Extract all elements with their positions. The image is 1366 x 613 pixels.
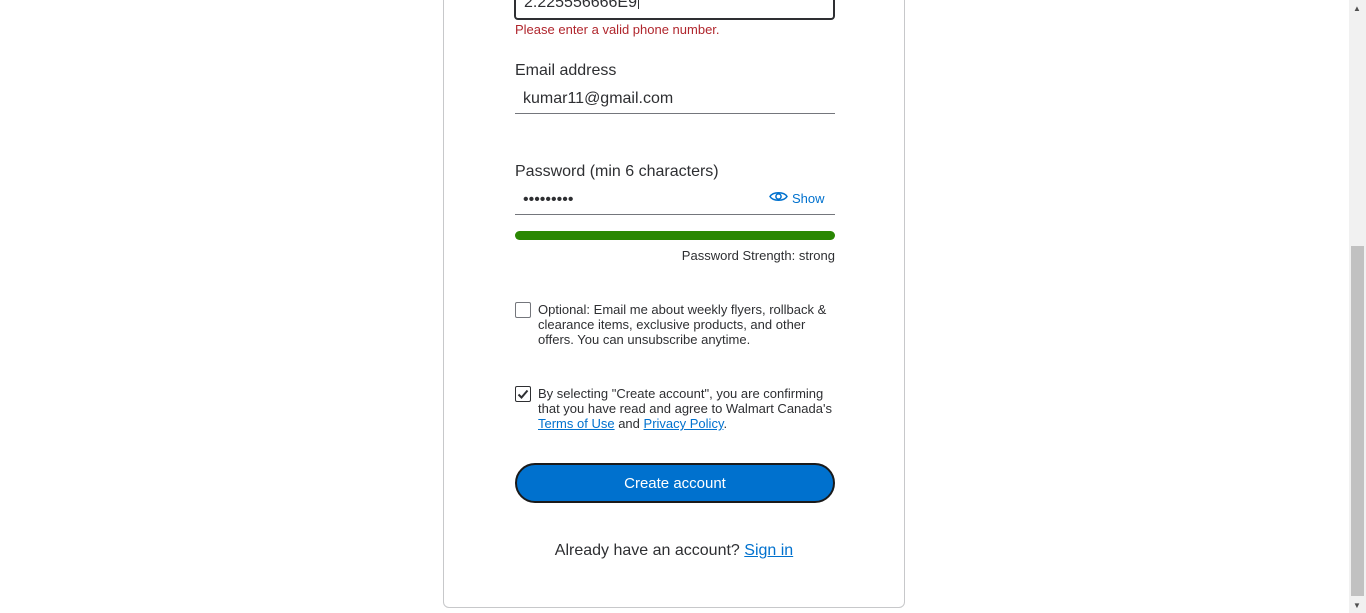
scrollbar-thumb[interactable]	[1351, 246, 1364, 596]
email-field[interactable]: kumar11@gmail.com	[515, 84, 835, 114]
terms-prefix: By selecting "Create account", you are c…	[538, 386, 832, 416]
checkmark-icon	[517, 389, 529, 399]
email-optin-text: Optional: Email me about weekly flyers, …	[538, 302, 827, 347]
privacy-policy-link[interactable]: Privacy Policy	[644, 416, 724, 431]
password-label: Password (min 6 characters)	[515, 163, 719, 180]
email-optin-checkbox[interactable]	[515, 302, 531, 318]
show-password-button[interactable]: Show	[769, 190, 825, 206]
eye-icon	[769, 190, 788, 206]
signin-prompt: Already have an account? Sign in	[443, 542, 905, 560]
terms-and: and	[618, 416, 640, 431]
create-account-button[interactable]: Create account	[515, 463, 835, 503]
terms-text: By selecting "Create account", you are c…	[538, 386, 838, 431]
scroll-up-arrow-icon[interactable]: ▲	[1353, 4, 1361, 13]
sign-in-link[interactable]: Sign in	[744, 542, 793, 559]
phone-number-value: 2.225556666E9	[524, 0, 637, 11]
text-caret	[638, 0, 639, 9]
phone-error-message: Please enter a valid phone number.	[515, 22, 720, 37]
phone-number-input[interactable]: 2.225556666E9	[514, 0, 835, 20]
signin-prompt-text: Already have an account?	[554, 542, 740, 559]
terms-suffix: .	[723, 416, 728, 431]
password-strength-bar	[515, 231, 835, 240]
email-label: Email address	[515, 62, 617, 79]
scroll-down-arrow-icon[interactable]: ▼	[1353, 601, 1361, 610]
terms-of-use-link[interactable]: Terms of Use	[538, 416, 615, 431]
terms-checkbox[interactable]	[515, 386, 531, 402]
show-password-label: Show	[792, 190, 825, 206]
password-strength-text: Password Strength: strong	[681, 248, 835, 263]
